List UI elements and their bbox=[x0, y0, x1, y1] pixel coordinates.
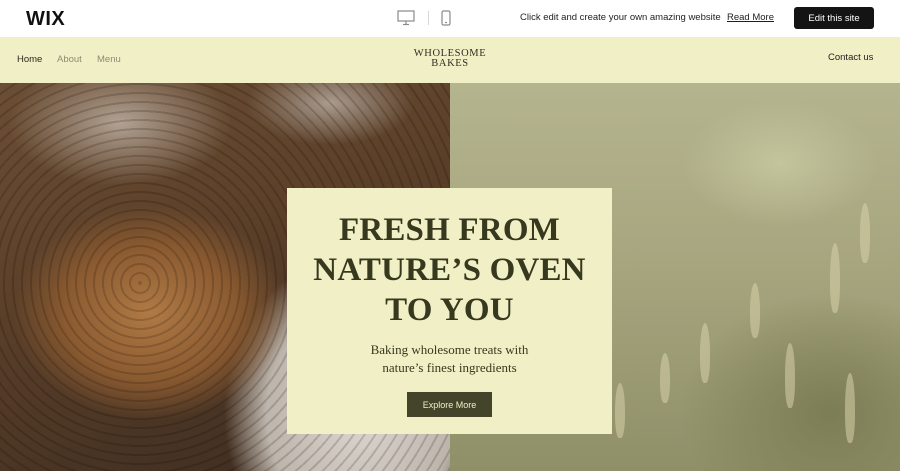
wix-editor-bar: WIX Click edit and create your own amazi… bbox=[0, 0, 900, 38]
desktop-icon[interactable] bbox=[397, 10, 415, 26]
read-more-link[interactable]: Read More bbox=[727, 12, 774, 23]
hero-subtitle: Baking wholesome treats with nature’s fi… bbox=[287, 341, 612, 377]
edit-site-button[interactable]: Edit this site bbox=[794, 7, 874, 29]
mobile-icon[interactable] bbox=[441, 10, 451, 26]
hero-title: FRESH FROM NATURE’S OVEN TO YOU bbox=[287, 210, 612, 330]
nav-about[interactable]: About bbox=[57, 54, 82, 65]
hero-subtitle-line: nature’s finest ingredients bbox=[382, 360, 517, 375]
contact-link[interactable]: Contact us bbox=[828, 52, 873, 63]
site-header: Home About Menu WHOLESOME BAKES Contact … bbox=[0, 38, 900, 83]
site-logo[interactable]: WHOLESOME BAKES bbox=[400, 48, 500, 69]
hero-title-line: FRESH FROM bbox=[338, 212, 561, 248]
hero-section: FRESH FROM NATURE’S OVEN TO YOU Baking w… bbox=[0, 83, 900, 471]
hero-title-line: TO YOU bbox=[385, 292, 514, 328]
hero-title-line: NATURE’S OVEN bbox=[313, 252, 586, 288]
device-divider bbox=[428, 11, 429, 25]
site-logo-line2: BAKES bbox=[431, 58, 469, 69]
nav-menu[interactable]: Menu bbox=[97, 54, 121, 65]
explore-more-button[interactable]: Explore More bbox=[407, 392, 492, 417]
promo-text: Click edit and create your own amazing w… bbox=[520, 12, 721, 23]
hero-card: FRESH FROM NATURE’S OVEN TO YOU Baking w… bbox=[287, 188, 612, 434]
wix-logo[interactable]: WIX bbox=[26, 8, 65, 31]
hero-subtitle-line: Baking wholesome treats with bbox=[370, 342, 529, 357]
nav-home[interactable]: Home bbox=[17, 54, 42, 65]
